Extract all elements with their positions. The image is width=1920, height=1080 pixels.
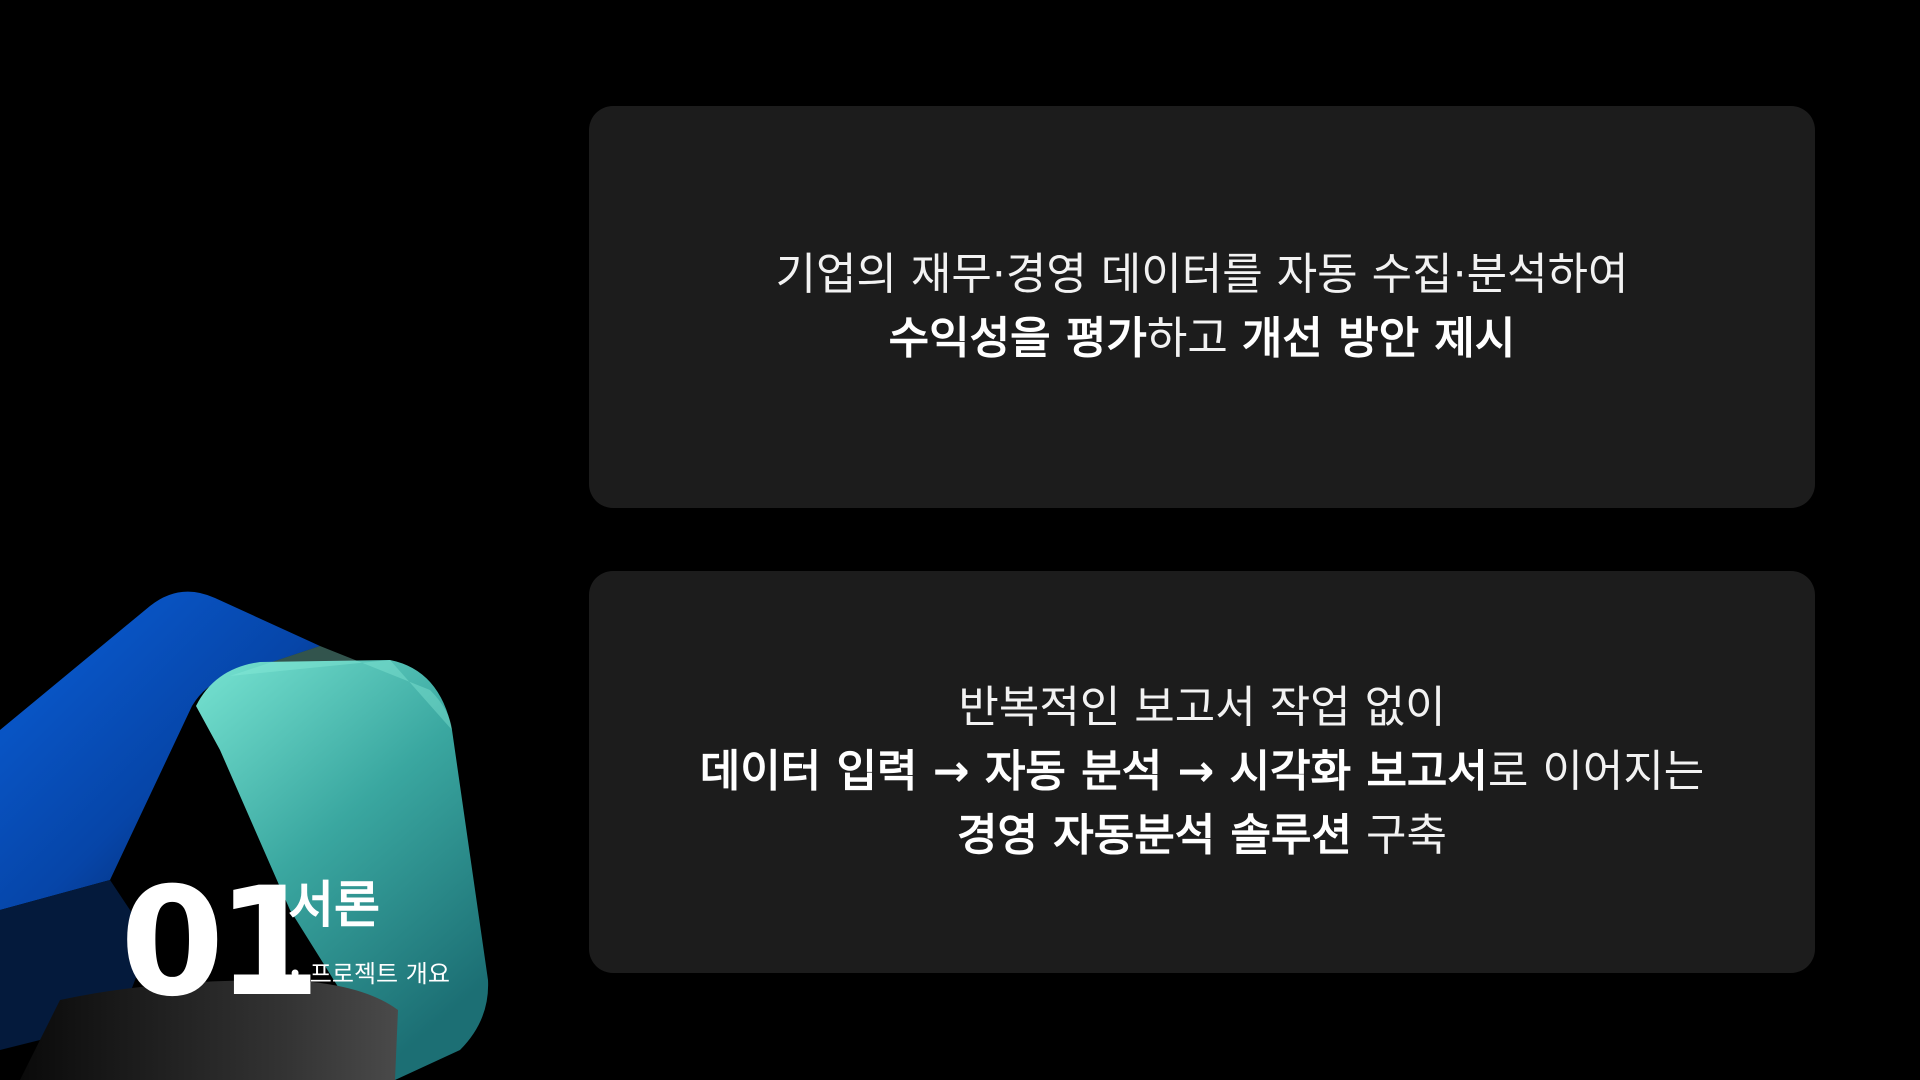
- card2-line2-text: 로 이어지는: [1487, 746, 1705, 797]
- summary-card-2: 반복적인 보고서 작업 없이 데이터 입력 → 자동 분석 → 시각화 보고서로…: [589, 571, 1815, 973]
- card2-line2-bold: 데이터 입력 → 자동 분석 → 시각화 보고서: [699, 746, 1488, 797]
- card1-line2-text: 하고: [1146, 313, 1242, 364]
- summary-card-1: 기업의 재무·경영 데이터를 자동 수집·분석하여 수익성을 평가하고 개선 방…: [589, 106, 1815, 508]
- card2-line1: 반복적인 보고서 작업 없이: [958, 682, 1446, 733]
- card1-line2-bold-2: 개선 방안 제시: [1241, 313, 1516, 364]
- card1-line2: 수익성을 평가하고 개선 방안 제시: [889, 307, 1516, 371]
- section-title: 서론: [288, 876, 380, 934]
- card2-line3-text: 구축: [1352, 810, 1447, 861]
- slide: 01 서론 • 프로젝트 개요 기업의 재무·경영 데이터를 자동 수집·분석하…: [0, 0, 1920, 1080]
- section-number: 01: [120, 856, 321, 1030]
- section-subtitle: • 프로젝트 개요: [288, 960, 450, 988]
- card1-line1: 기업의 재무·경영 데이터를 자동 수집·분석하여: [775, 249, 1629, 300]
- card2-line3-bold: 경영 자동분석 솔루션: [957, 810, 1352, 861]
- card2-line3: 경영 자동분석 솔루션 구축: [957, 804, 1447, 868]
- card2-line2: 데이터 입력 → 자동 분석 → 시각화 보고서로 이어지는: [700, 740, 1705, 804]
- card1-line2-bold-1: 수익성을 평가: [888, 313, 1147, 364]
